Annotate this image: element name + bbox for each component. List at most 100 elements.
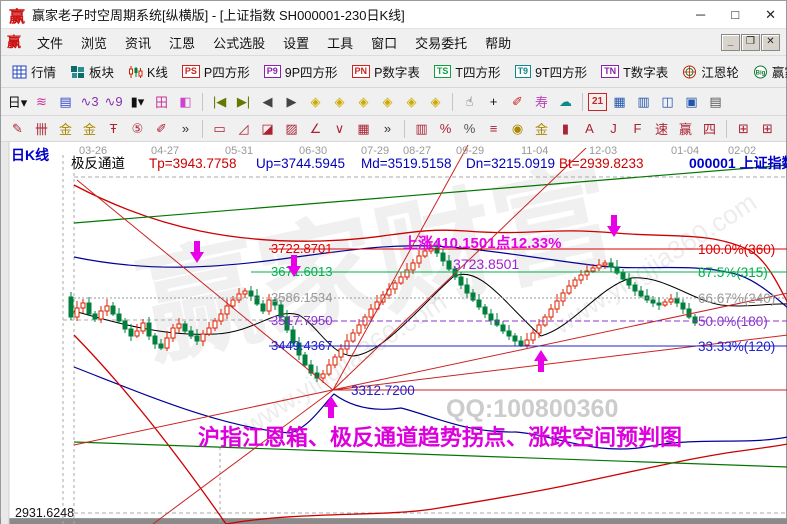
step-back-button[interactable]: ◀ — [256, 90, 279, 113]
candlestick[interactable] — [99, 311, 103, 319]
angle-lines-button[interactable]: ∠ — [304, 117, 327, 140]
candlestick[interactable] — [399, 277, 403, 283]
sectors-button[interactable]: 板块 — [64, 59, 120, 84]
candlestick[interactable] — [231, 300, 235, 306]
candlestick[interactable] — [681, 303, 685, 309]
gold-grid2-button[interactable]: 金 — [78, 117, 101, 140]
hand-pan-button[interactable]: ☝ — [458, 90, 481, 113]
menu-settings[interactable]: 设置 — [274, 30, 318, 55]
candlestick[interactable] — [165, 338, 169, 348]
f-grid-button[interactable]: Ŧ — [102, 117, 125, 140]
candlestick[interactable] — [489, 314, 493, 320]
overlay-curves-button[interactable]: ≋ — [30, 90, 53, 113]
candlestick[interactable] — [303, 355, 307, 365]
more1-button[interactable]: » — [174, 117, 197, 140]
menu-window[interactable]: 窗口 — [362, 30, 406, 55]
expand-left-button[interactable]: ◈ — [352, 90, 375, 113]
nine-grid-button[interactable]: ▦ — [352, 117, 375, 140]
candlestick[interactable] — [459, 277, 463, 285]
mdi-restore-button[interactable]: ❐ — [741, 34, 760, 51]
candlestick[interactable] — [189, 331, 193, 336]
wave-lines-button[interactable]: ∨ — [328, 117, 351, 140]
candlestick[interactable] — [621, 273, 625, 279]
expand-both-button[interactable]: ◈ — [400, 90, 423, 113]
wave-tool-button[interactable]: ☁ — [554, 90, 577, 113]
candlestick[interactable] — [153, 336, 157, 344]
candlestick[interactable] — [369, 309, 373, 317]
candlestick[interactable] — [471, 293, 475, 300]
gann-box-button[interactable]: ▭ — [208, 117, 231, 140]
candlestick[interactable] — [117, 314, 121, 321]
expand-right-button[interactable]: ◈ — [376, 90, 399, 113]
candlestick[interactable] — [663, 302, 667, 305]
candlestick[interactable] — [633, 285, 637, 291]
percent2-button[interactable]: % — [458, 117, 481, 140]
winner-line-button[interactable]: 赢 — [674, 117, 697, 140]
more2-button[interactable]: » — [376, 117, 399, 140]
candlestick[interactable] — [87, 303, 91, 314]
candlestick[interactable] — [591, 268, 595, 271]
avg-line-button[interactable]: ≡ — [482, 117, 505, 140]
candlestick[interactable] — [147, 323, 151, 336]
nine-p-square-button[interactable]: P99P四方形 — [258, 59, 344, 84]
candlestick[interactable] — [327, 365, 331, 374]
candlestick[interactable] — [549, 309, 553, 317]
menu-help[interactable]: 帮助 — [476, 30, 520, 55]
pattern-tool-button[interactable]: 田 — [150, 90, 173, 113]
mdi-close-button[interactable]: ✕ — [761, 34, 780, 51]
nine-t-square-button[interactable]: T99T四方形 — [509, 59, 594, 84]
calculator-button[interactable]: ▦ — [608, 90, 631, 113]
candlestick[interactable] — [417, 256, 421, 263]
window-copy-button[interactable]: ▣ — [680, 90, 703, 113]
gann-fan-button[interactable]: ◿ — [232, 117, 255, 140]
menu-news[interactable]: 资讯 — [116, 30, 160, 55]
kline-period-button[interactable]: 日▾ — [6, 90, 29, 113]
candlestick[interactable] — [321, 374, 325, 378]
kline-chart-svg[interactable]: 赢家财富www.yingjia360.comwww.yingjia360.com… — [1, 142, 787, 524]
four-line-button[interactable]: 四 — [698, 117, 721, 140]
candlestick[interactable] — [225, 306, 229, 314]
candlestick[interactable] — [603, 263, 607, 265]
winner-wheel-button[interactable]: Big赢家轮 — [747, 59, 787, 84]
grid-lines-button[interactable]: 卌 — [30, 117, 53, 140]
menu-tools[interactable]: 工具 — [318, 30, 362, 55]
candlestick[interactable] — [255, 296, 259, 304]
menu-gann[interactable]: 江恩 — [160, 30, 204, 55]
candlestick[interactable] — [519, 341, 523, 345]
candlestick[interactable] — [483, 307, 487, 314]
candlestick[interactable] — [141, 323, 145, 331]
candlestick[interactable] — [513, 336, 517, 341]
structure-button[interactable]: ▥ — [410, 117, 433, 140]
candlestick[interactable] — [345, 341, 349, 349]
candlestick[interactable] — [555, 301, 559, 309]
maximize-button[interactable]: □ — [731, 1, 739, 28]
candlestick[interactable] — [579, 275, 583, 280]
candlestick[interactable] — [525, 340, 529, 345]
t-number-table-button[interactable]: TNT数字表 — [595, 59, 674, 84]
zoom-out-h-button[interactable]: ◈ — [304, 90, 327, 113]
ma3-button[interactable]: ∿3 — [78, 90, 101, 113]
kline-button[interactable]: K线 — [122, 59, 174, 84]
step-forward-button[interactable]: ▶ — [280, 90, 303, 113]
box-fan-button[interactable]: ◪ — [256, 117, 279, 140]
f-line-button[interactable]: F — [626, 117, 649, 140]
info-memo-button[interactable]: ▤ — [54, 90, 77, 113]
candlestick[interactable] — [411, 263, 415, 270]
candlestick[interactable] — [447, 261, 451, 269]
candlestick[interactable] — [465, 285, 469, 293]
menu-browse[interactable]: 浏览 — [72, 30, 116, 55]
candlestick[interactable] — [501, 325, 505, 331]
gann-wheel-button[interactable]: 江恩轮 — [676, 59, 745, 84]
candlestick[interactable] — [75, 308, 79, 317]
candlestick[interactable] — [81, 303, 85, 308]
candlestick[interactable] — [597, 265, 601, 268]
candlestick[interactable] — [183, 324, 187, 331]
candlestick[interactable] — [333, 357, 337, 365]
compress-both-button[interactable]: ◈ — [424, 90, 447, 113]
candlestick[interactable] — [537, 325, 541, 333]
gold-lines-button[interactable]: 金 — [530, 117, 553, 140]
candlestick[interactable] — [693, 317, 697, 323]
print-button[interactable]: ▤ — [704, 90, 727, 113]
goto-first-button[interactable]: |◀ — [208, 90, 231, 113]
grid-a-button[interactable]: ⊞ — [732, 117, 755, 140]
